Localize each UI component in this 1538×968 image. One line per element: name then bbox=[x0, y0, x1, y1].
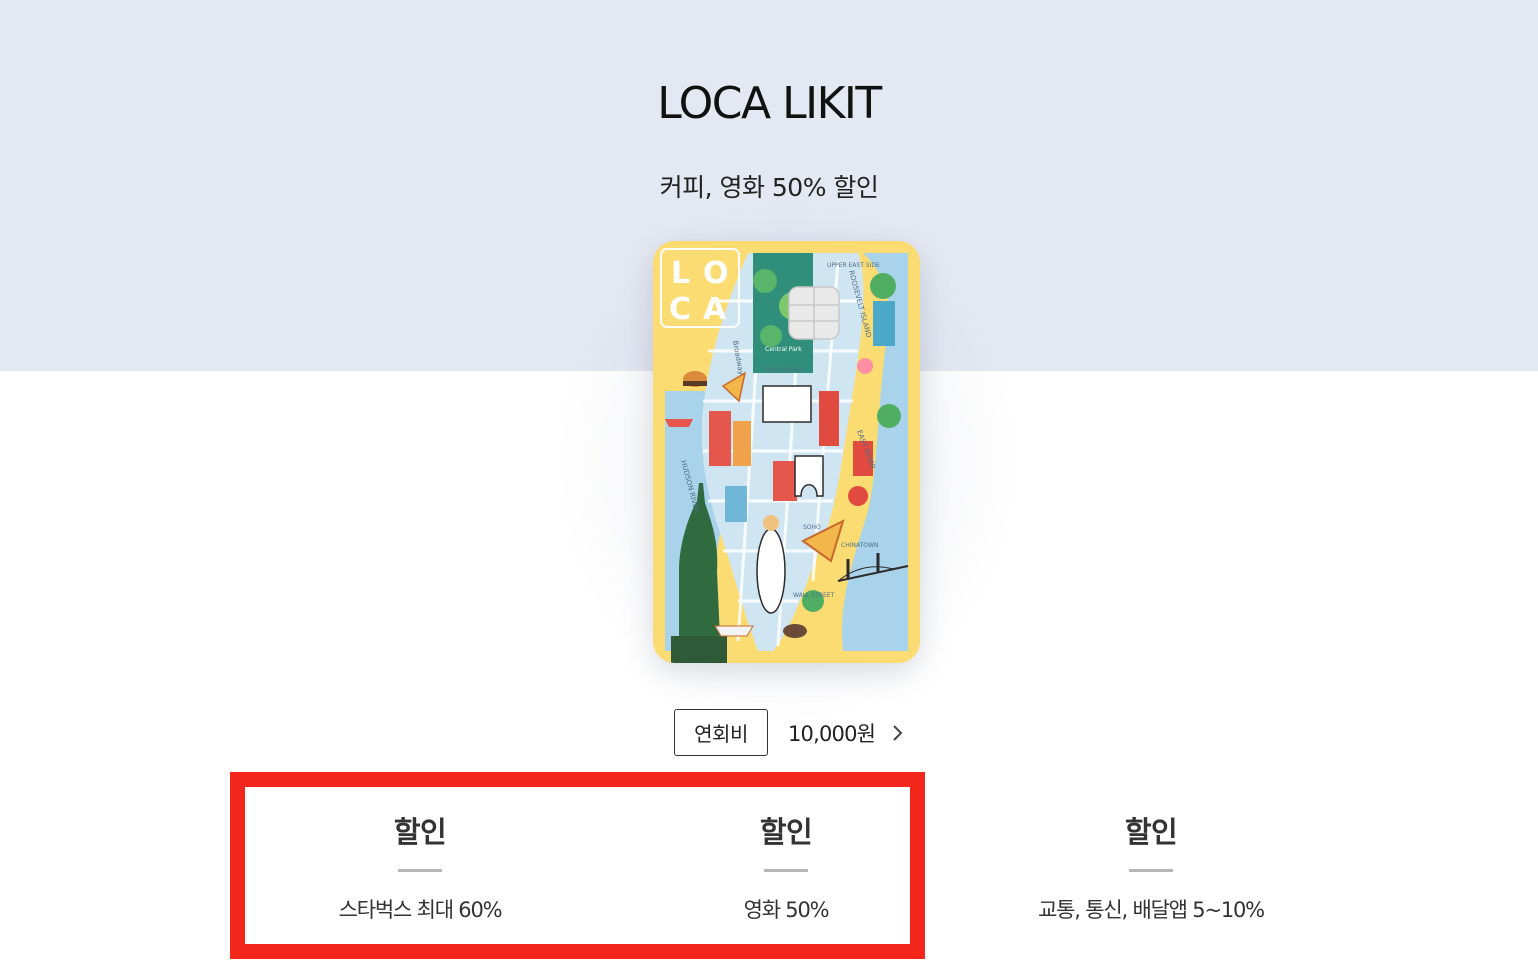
benefit-title: 할인 bbox=[759, 815, 813, 849]
svg-text:A: A bbox=[703, 292, 727, 327]
benefit-title: 할인 bbox=[393, 815, 447, 849]
benefit-divider bbox=[398, 869, 442, 872]
svg-text:O: O bbox=[703, 256, 729, 291]
benefit-title: 할인 bbox=[1124, 815, 1178, 849]
card-title: LOCA LIKIT bbox=[657, 78, 882, 129]
benefit-description: 스타벅스 최대 60% bbox=[338, 898, 503, 922]
benefit-description: 교통, 통신, 배달앱 5~10% bbox=[1038, 898, 1265, 922]
benefit-item: 할인 교통, 통신, 배달앱 5~10% bbox=[981, 812, 1321, 924]
map-label-times-square: Times Square bbox=[762, 366, 804, 373]
annual-fee-badge: 연회비 bbox=[674, 709, 768, 756]
benefit-item: 할인 스타벅스 최대 60% bbox=[250, 812, 590, 924]
map-label-soho: SOHO bbox=[803, 524, 821, 531]
annual-fee-row[interactable]: 연회비 10,000원 bbox=[674, 709, 907, 756]
annual-fee-value[interactable]: 10,000원 bbox=[788, 718, 876, 748]
svg-text:C: C bbox=[669, 292, 691, 327]
benefit-item: 할인 영화 50% bbox=[616, 812, 956, 924]
benefit-divider bbox=[1129, 869, 1173, 872]
card-map-illustration: L O C A UPPER EAST SIDE Central Park Tim… bbox=[653, 241, 920, 663]
map-label-wall-street: WALL STREET bbox=[793, 592, 835, 599]
card-subtitle: 커피, 영화 50% 할인 bbox=[659, 173, 879, 202]
benefit-description: 영화 50% bbox=[743, 898, 830, 922]
svg-text:L: L bbox=[671, 256, 690, 291]
map-label-upper-east-side: UPPER EAST SIDE bbox=[827, 262, 880, 269]
chevron-right-icon[interactable] bbox=[887, 723, 907, 743]
map-label-central-park: Central Park bbox=[765, 346, 802, 353]
map-label-chinatown: CHINATOWN bbox=[841, 542, 878, 549]
benefit-divider bbox=[764, 869, 808, 872]
card-image[interactable]: L O C A UPPER EAST SIDE Central Park Tim… bbox=[653, 241, 920, 663]
